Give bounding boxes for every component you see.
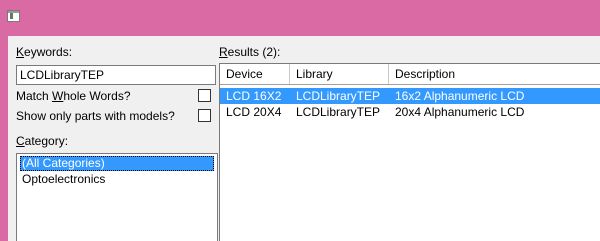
- match-whole-words-checkbox[interactable]: [198, 89, 211, 102]
- category-list[interactable]: (All Categories) Optoelectronics: [16, 153, 218, 241]
- table-row[interactable]: LCD 20X4 LCDLibraryTEP 20x4 Alphanumeric…: [220, 104, 600, 120]
- table-row[interactable]: LCD 16X2 LCDLibraryTEP 16x2 Alphanumeric…: [220, 88, 600, 104]
- category-item-all[interactable]: (All Categories): [20, 156, 214, 171]
- category-item-optoelectronics[interactable]: Optoelectronics: [20, 172, 214, 187]
- cell-device: LCD 20X4: [226, 105, 282, 119]
- keywords-label: Keywords:: [16, 45, 73, 59]
- column-header-library[interactable]: Library: [290, 64, 389, 84]
- cell-description: 16x2 Alphanumeric LCD: [395, 89, 525, 103]
- cell-library: LCDLibraryTEP: [296, 105, 381, 119]
- cell-library: LCDLibraryTEP: [296, 89, 381, 103]
- results-header: Device Library Description: [220, 64, 600, 85]
- match-whole-words-label: Match Whole Words?: [16, 89, 131, 103]
- models-only-checkbox[interactable]: [198, 109, 211, 122]
- category-label: Category:: [16, 134, 69, 148]
- column-header-device[interactable]: Device: [220, 64, 290, 84]
- keywords-label-text: eywords:: [24, 45, 73, 59]
- title-bar[interactable]: [0, 0, 600, 36]
- keywords-input[interactable]: [16, 65, 216, 85]
- pick-devices-dialog: Keywords: Match Whole Words? Show only p…: [8, 36, 600, 241]
- cell-description: 20x4 Alphanumeric LCD: [395, 105, 525, 119]
- results-label: Results (2):: [219, 45, 281, 59]
- app-icon[interactable]: [7, 10, 20, 22]
- results-table[interactable]: Device Library Description LCD 16X2 LCDL…: [219, 63, 600, 241]
- models-only-label: Show only parts with models?: [16, 109, 175, 123]
- column-header-description[interactable]: Description: [389, 64, 600, 84]
- cell-device: LCD 16X2: [226, 89, 282, 103]
